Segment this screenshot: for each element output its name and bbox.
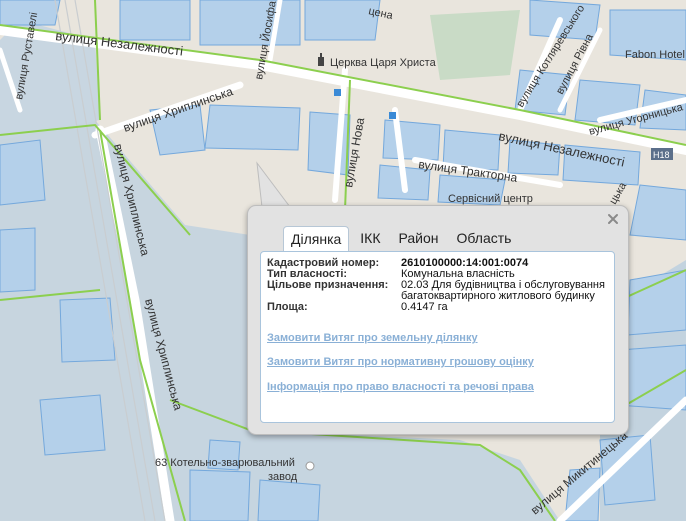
- parcel-info-popup: Ділянка ІКК Район Область Кадастровий но…: [247, 205, 629, 435]
- close-icon[interactable]: [606, 212, 620, 226]
- tab-ikk[interactable]: ІКК: [353, 226, 387, 252]
- field-area: Площа: 0.4147 га: [267, 302, 616, 313]
- hotel-label: Fabon Hotel: [625, 49, 685, 61]
- field-label: Площа:: [267, 301, 308, 313]
- factory-label-line2: завод: [268, 471, 298, 483]
- order-land-extract-link[interactable]: Замовити Витяг про земельну ділянку: [267, 332, 478, 344]
- bus-stop-icon-1: [334, 89, 341, 96]
- field-label: Цільове призначення:: [267, 279, 389, 291]
- parcel-info-panel: Кадастровий номер: 2610100000:14:001:007…: [260, 251, 615, 423]
- order-valuation-extract-link[interactable]: Замовити Витяг про нормативну грошову оц…: [267, 356, 534, 368]
- road-badge: H18: [651, 148, 673, 160]
- bus-stop-icon-2: [389, 112, 396, 119]
- field-value: 02.03 Для будівництва і обслуговування б…: [401, 279, 605, 302]
- church-label: Церква Царя Христа: [330, 57, 437, 69]
- field-purpose: Цільове призначення: 02.03 Для будівницт…: [267, 280, 616, 302]
- factory-marker-icon: [305, 461, 315, 471]
- parcel-fields: Кадастровий номер: 2610100000:14:001:007…: [267, 258, 616, 313]
- tab-region[interactable]: Область: [450, 226, 519, 252]
- field-value: 0.4147 га: [401, 301, 448, 313]
- factory-label-line1: 63 Котельно-зварювальний: [155, 457, 295, 469]
- service-center-label: Сервісний центр: [448, 193, 533, 205]
- popup-tabs: Ділянка ІКК Район Область: [283, 226, 522, 252]
- tab-parcel[interactable]: Ділянка: [283, 226, 350, 252]
- svg-text:H18: H18: [653, 150, 670, 160]
- ownership-info-link[interactable]: Інформація про право власності та речові…: [267, 381, 534, 393]
- tab-district[interactable]: Район: [392, 226, 446, 252]
